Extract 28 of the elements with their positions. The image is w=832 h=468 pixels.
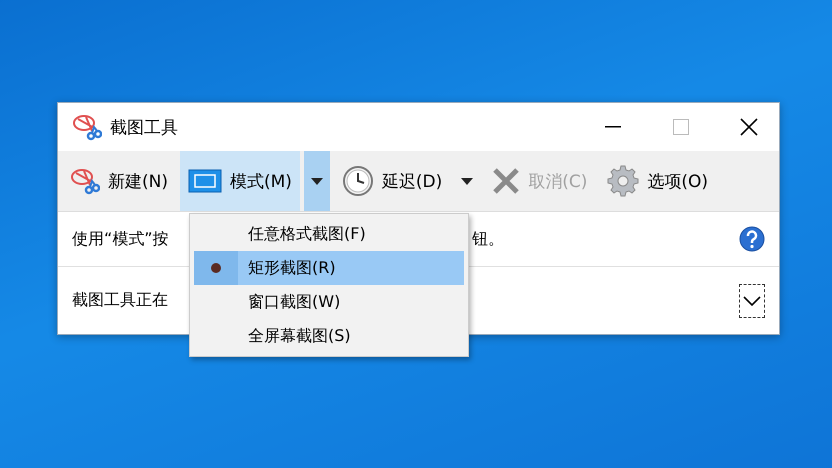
hint-text: 使用“模式”按	[72, 228, 169, 248]
minimize-icon	[605, 126, 621, 128]
x-icon	[492, 167, 520, 195]
menu-item[interactable]: 任意格式截图(F)	[194, 217, 464, 251]
status-text: 截图工具正在	[72, 290, 168, 311]
new-button[interactable]: 新建(N)	[62, 151, 176, 211]
hint-text: 钮。	[472, 228, 505, 250]
caret-icon	[310, 178, 323, 184]
caret-icon	[461, 178, 474, 184]
chevron-down-icon	[743, 296, 761, 306]
menu-item[interactable]: 全屏幕截图(S)	[194, 319, 464, 353]
maximize-icon	[673, 119, 689, 135]
mode-button[interactable]: 模式(M)	[180, 151, 300, 211]
clock-icon	[342, 165, 374, 197]
menu-item[interactable]: 矩形截图(R)	[194, 251, 464, 285]
rectangle-icon	[188, 169, 222, 193]
scissors-icon	[70, 167, 100, 195]
help-icon[interactable]	[739, 226, 765, 252]
app-icon	[72, 113, 102, 141]
gear-icon	[607, 165, 640, 197]
radio-dot-icon	[211, 263, 221, 273]
window-title: 截图工具	[110, 116, 179, 138]
close-icon	[740, 118, 758, 136]
expand-button[interactable]	[739, 284, 765, 318]
dropdown-button[interactable]	[304, 151, 330, 211]
delay-button[interactable]: 延迟(D)	[334, 151, 450, 211]
options-button[interactable]: 选项(O)	[599, 151, 716, 211]
menu-item[interactable]: 窗口截图(W)	[194, 285, 464, 319]
